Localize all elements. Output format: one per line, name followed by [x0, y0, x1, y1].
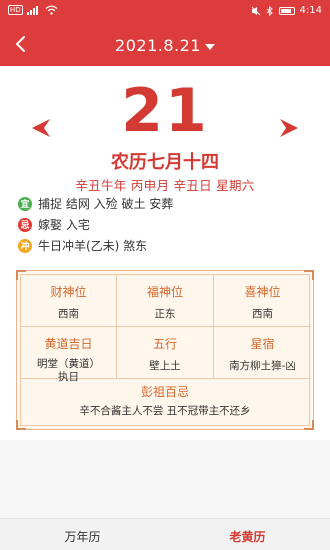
cell-value: 西南: [252, 308, 273, 320]
cell-title: 喜神位: [244, 285, 281, 299]
grid-cell-xishen: 喜神位 西南: [214, 275, 311, 327]
pengzu-title: 彭祖百忌: [140, 385, 189, 399]
ji-row: 忌 嫁娶 入宅: [18, 216, 90, 233]
almanac-card: 财神位 西南 福神位 正东 喜神位 西南 黄道吉日 明堂（黄道） 执日 五行 壁上…: [16, 270, 314, 430]
ganzhi-line: 辛丑牛年 丙申月 辛丑日 星期六: [75, 178, 255, 193]
date-title-text: 2021.8.21: [115, 36, 201, 55]
ji-text: 嫁娶 入宅: [38, 218, 90, 232]
grid-cell-huangdao: 黄道吉日 明堂（黄道） 执日: [21, 327, 117, 383]
battery-icon: [278, 6, 295, 15]
lunar-date: 农历七月十四: [111, 152, 219, 173]
cell-value: 壁上土: [149, 360, 181, 372]
app-header: HD 4:14 2021.8.21: [0, 0, 330, 66]
cell-value-line1: 明堂（黄道）: [37, 358, 100, 370]
info-grid: 财神位 西南 福神位 正东 喜神位 西南 黄道吉日 明堂（黄道） 执日 五行 壁上…: [21, 275, 311, 383]
cell-title: 五行: [152, 337, 177, 351]
day-number: 21: [121, 76, 209, 146]
yi-badge: 宜: [18, 196, 32, 211]
bluetooth-icon: [266, 5, 273, 16]
cell-title: 星宿: [250, 337, 275, 351]
date-selector[interactable]: 2021.8.21: [0, 36, 330, 55]
status-time: 4:14: [299, 5, 322, 16]
cell-title: 福神位: [146, 285, 183, 299]
grid-cell-xingxiu: 星宿 南方柳土獐-凶: [214, 327, 311, 379]
card-inner-frame: 财神位 西南 福神位 正东 喜神位 西南 黄道吉日 明堂（黄道） 执日 五行 壁上…: [20, 274, 311, 426]
caret-down-icon: [204, 43, 215, 50]
cell-value: 南方柳土獐-凶: [229, 360, 296, 372]
mute-icon: [251, 6, 260, 15]
cell-title: 黄道吉日: [44, 337, 93, 351]
cell-value-line2: 执日: [58, 371, 79, 383]
chong-badge: 冲: [18, 238, 32, 253]
pengzu-text: 辛不合酱主人不尝 丑不冠带主不还乡: [79, 405, 251, 417]
signal-icon: [26, 5, 41, 15]
chong-text: 牛日冲羊(乙未) 煞东: [38, 239, 148, 253]
nav-bar: 2021.8.21: [0, 27, 330, 63]
cell-title: 财神位: [50, 285, 87, 299]
cell-value: 明堂（黄道） 执日: [21, 358, 116, 384]
cell-value: 正东: [154, 308, 176, 320]
wifi-icon: [45, 5, 58, 15]
grid-cell-fushen: 福神位 正东: [117, 275, 214, 327]
grid-cell-wuxing: 五行 壁上土: [117, 327, 214, 379]
yi-text: 捕捉 结网 入殓 破土 安葬: [38, 197, 174, 211]
ji-badge: 忌: [18, 217, 32, 232]
tab-bar: 万年历 老黄历: [0, 518, 330, 550]
status-bar: HD 4:14: [0, 0, 330, 22]
grid-cell-caishen: 财神位 西南: [21, 275, 117, 327]
cell-value: 西南: [58, 308, 79, 320]
tab-laohuangli[interactable]: 老黄历: [165, 519, 330, 550]
yi-row: 宜 捕捉 结网 入殓 破土 安葬: [18, 195, 173, 212]
hd-indicator: HD: [8, 5, 23, 15]
chong-row: 冲 牛日冲羊(乙未) 煞东: [18, 237, 147, 254]
tab-wannianli[interactable]: 万年历: [0, 519, 165, 550]
